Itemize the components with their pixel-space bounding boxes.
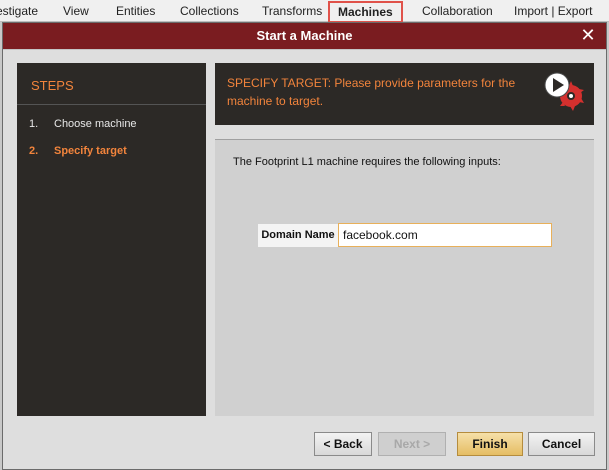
- step-specify-target: 2. Specify target: [29, 145, 127, 157]
- steps-panel: STEPS 1. Choose machine 2. Specify target: [17, 63, 206, 416]
- finish-button[interactable]: Finish: [457, 432, 523, 456]
- step-number: 2.: [29, 145, 39, 157]
- domain-name-label: Domain Name: [258, 224, 338, 247]
- next-button[interactable]: Next >: [378, 432, 446, 456]
- menu-import-export[interactable]: Import | Export: [514, 0, 592, 22]
- menu-view[interactable]: View: [63, 0, 89, 22]
- menu-collaboration[interactable]: Collaboration: [422, 0, 493, 22]
- step-label: Specify target: [54, 145, 127, 157]
- start-machine-dialog: Start a Machine ✕ STEPS 1. Choose machine…: [2, 22, 607, 470]
- requirement-text: The Footprint L1 machine requires the fo…: [233, 156, 501, 168]
- cancel-button[interactable]: Cancel: [528, 432, 595, 456]
- menu-machines[interactable]: Machines: [328, 1, 403, 23]
- menu-entities[interactable]: Entities: [116, 0, 155, 22]
- domain-name-input[interactable]: [338, 223, 552, 247]
- close-icon[interactable]: ✕: [578, 26, 598, 46]
- back-button[interactable]: < Back: [314, 432, 372, 456]
- menu-investigate[interactable]: estigate: [0, 0, 38, 22]
- menu-transforms[interactable]: Transforms: [262, 0, 322, 22]
- menu-bar: estigate View Entities Collections Trans…: [0, 0, 609, 23]
- step-label: Choose machine: [54, 118, 137, 130]
- steps-divider: [17, 104, 206, 105]
- menu-collections[interactable]: Collections: [180, 0, 239, 22]
- step-choose-machine: 1. Choose machine: [29, 118, 137, 130]
- step-number: 1.: [29, 118, 39, 130]
- dialog-body: STEPS 1. Choose machine 2. Specify target …: [3, 50, 606, 469]
- target-parameters-panel: The Footprint L1 machine requires the fo…: [215, 139, 594, 416]
- wizard-header: SPECIFY TARGET: Please provide parameter…: [215, 63, 594, 125]
- maltego-play-icon: [544, 72, 584, 111]
- dialog-title-bar: Start a Machine ✕: [3, 23, 606, 49]
- steps-title: STEPS: [31, 78, 74, 93]
- dialog-title: Start a Machine: [256, 28, 353, 43]
- header-instruction: SPECIFY TARGET: Please provide parameter…: [227, 76, 516, 108]
